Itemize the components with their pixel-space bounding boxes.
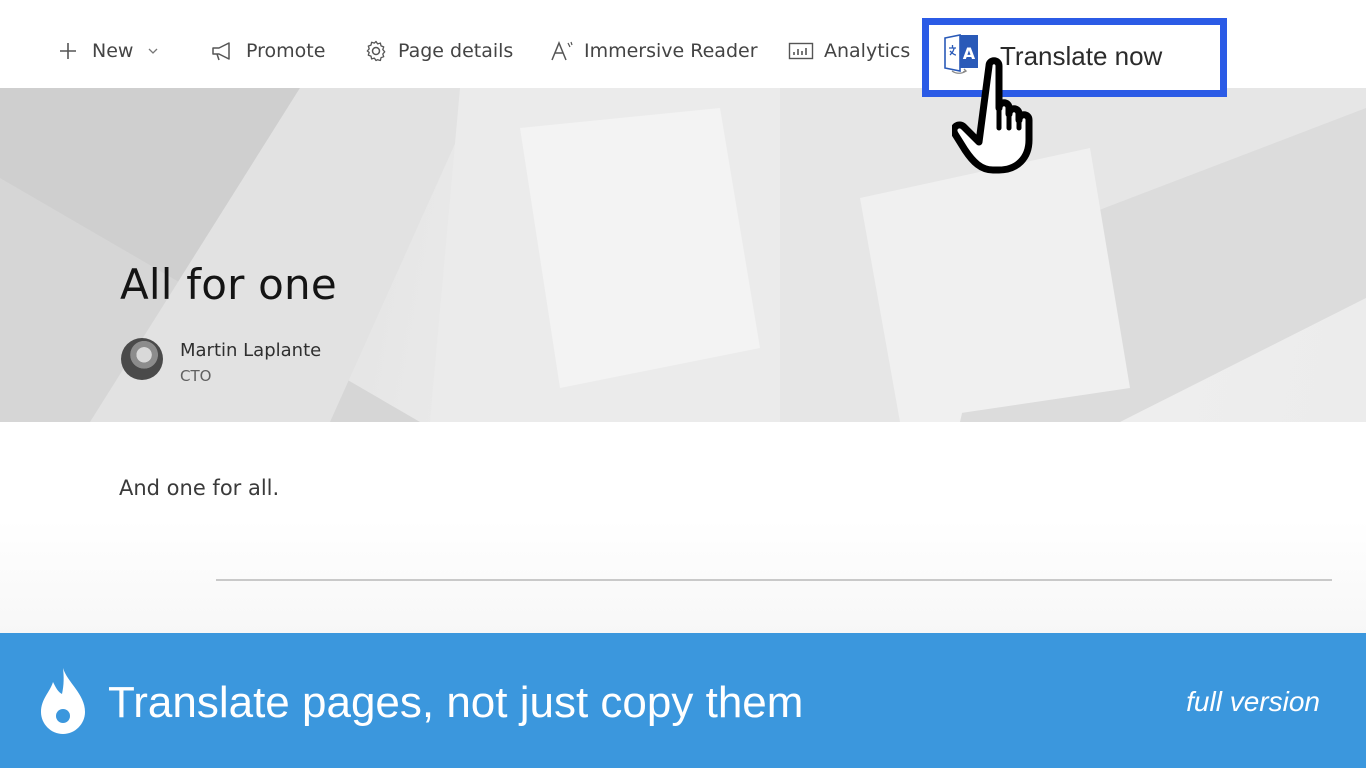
section-divider bbox=[216, 579, 1332, 581]
analytics-label: Analytics bbox=[824, 40, 911, 62]
page-details-label: Page details bbox=[398, 40, 514, 62]
promote-label: Promote bbox=[246, 40, 326, 62]
plus-icon bbox=[58, 41, 78, 61]
hand-pointer-icon bbox=[952, 57, 1033, 174]
immersive-reader-button[interactable]: Immersive Reader bbox=[550, 34, 758, 68]
banner-title: Translate pages, not just copy them bbox=[108, 678, 804, 727]
gear-icon bbox=[364, 39, 388, 63]
analytics-icon bbox=[788, 41, 814, 61]
content-fade bbox=[0, 520, 1366, 633]
author-avatar[interactable] bbox=[121, 338, 163, 380]
page-header-banner: All for one Martin Laplante CTO bbox=[0, 88, 1366, 422]
flame-logo-icon bbox=[41, 668, 85, 734]
analytics-button[interactable]: Analytics bbox=[788, 34, 910, 68]
author-role: CTO bbox=[180, 367, 212, 385]
new-label: New bbox=[92, 40, 134, 62]
page-title: All for one bbox=[120, 260, 337, 309]
immersive-reader-label: Immersive Reader bbox=[584, 40, 758, 62]
new-button[interactable]: New bbox=[58, 34, 159, 68]
body-text: And one for all. bbox=[119, 476, 280, 500]
immersive-reader-icon bbox=[550, 40, 574, 62]
chevron-down-icon bbox=[147, 45, 159, 57]
promote-button[interactable]: Promote bbox=[210, 34, 325, 68]
page-details-button[interactable]: Page details bbox=[364, 34, 513, 68]
author-name[interactable]: Martin Laplante bbox=[180, 340, 321, 361]
megaphone-icon bbox=[210, 40, 236, 62]
banner-tag: full version bbox=[1186, 686, 1320, 717]
